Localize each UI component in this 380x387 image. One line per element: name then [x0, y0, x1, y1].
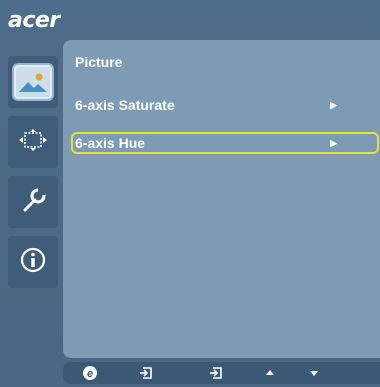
sidebar-item-picture[interactable]: [8, 56, 58, 108]
menu-item-6-axis-hue[interactable]: 6-axis Hue ▶: [71, 132, 379, 154]
menu-item-6-axis-saturate[interactable]: 6-axis Saturate ▶: [71, 94, 379, 116]
picture-icon: [14, 65, 52, 99]
chevron-right-icon: ▶: [330, 137, 337, 148]
sidebar-item-settings[interactable]: [8, 176, 58, 228]
wrench-settings-icon: [18, 185, 48, 220]
svg-text:e: e: [87, 368, 93, 380]
enter-icon[interactable]: [205, 365, 227, 381]
display-position-icon: [16, 127, 50, 158]
sidebar-item-display[interactable]: [8, 116, 58, 168]
sidebar-item-information[interactable]: [8, 236, 58, 288]
osd-menu: acer Picture 6-axis Saturate ▶ 6-axis Hu…: [0, 0, 380, 387]
up-arrow-icon[interactable]: [259, 365, 281, 381]
menu-item-label: 6-axis Saturate: [75, 97, 175, 113]
e-key-icon[interactable]: e: [79, 365, 101, 381]
down-arrow-icon[interactable]: [303, 365, 325, 381]
key-guide-bar: e: [63, 362, 380, 384]
info-icon: [19, 246, 47, 279]
chevron-right-icon: ▶: [330, 99, 337, 110]
picture-panel: Picture 6-axis Saturate ▶ 6-axis Hue ▶: [63, 40, 380, 358]
exit-icon[interactable]: [135, 365, 157, 381]
page-title: Picture: [75, 54, 123, 70]
menu-item-label: 6-axis Hue: [75, 135, 146, 151]
acer-logo: acer: [8, 8, 60, 33]
